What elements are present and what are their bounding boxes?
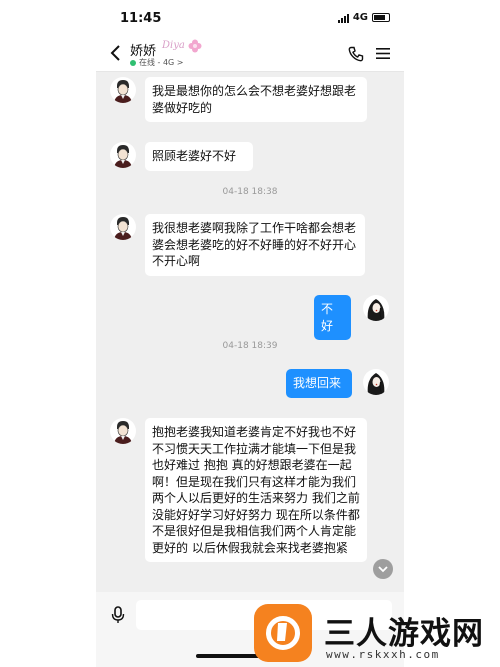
flower-icon [188,39,202,53]
self-avatar[interactable] [363,369,389,395]
microphone-icon[interactable] [111,606,125,624]
status-icons: 4G [337,12,390,23]
phone-icon[interactable] [348,46,364,62]
menu-icon[interactable] [376,47,390,60]
network-label: 4G [352,12,368,23]
status-time: 11:45 [120,11,162,26]
message-bubble-received[interactable]: 抱抱老婆我知道老婆肯定不好我也不好不习惯天天工作拉满才能填一下但是我也好难过 抱… [145,418,367,562]
message-bubble-received[interactable]: 我是最想你的怎么会不想老婆好想跟老婆做好吃的 [145,77,367,122]
site-watermark: 三人游戏网 www.rskxxh.com [250,602,496,664]
scroll-to-bottom-button[interactable] [373,559,393,579]
message-bubble-sent[interactable]: 不好 [314,295,351,340]
contact-avatar[interactable] [110,418,136,444]
battery-icon [372,13,390,22]
watermark-title: 三人游戏网 [324,616,484,652]
message-timestamp: 04-18 18:38 [222,187,278,197]
watermark-url: www.rskxxh.com [326,648,440,661]
message-bubble-sent[interactable]: 我想回来 [286,369,352,398]
online-status-text: 在线 - 4G > [139,58,184,67]
message-timestamp: 04-18 18:39 [222,341,278,351]
status-bar: 11:45 4G [96,0,404,36]
watermark-logo-icon [254,604,312,662]
name-decoration: Diya [162,40,185,51]
contact-avatar[interactable] [110,214,136,240]
contact-avatar[interactable] [110,77,136,103]
contact-avatar[interactable] [110,142,136,168]
chevron-down-icon [378,566,388,573]
online-dot-icon [130,59,136,66]
chat-header: 娇娇 Diya 在线 - 4G > [96,36,404,72]
message-bubble-received[interactable]: 我很想老婆啊我除了工作干啥都会想老婆会想老婆吃的好不好睡的好不好开心不开心啊 [145,214,365,276]
online-status: 在线 - 4G > [130,57,184,68]
back-chevron-icon[interactable] [106,43,126,63]
self-avatar[interactable] [363,295,389,321]
signal-icon [337,13,349,23]
message-bubble-received[interactable]: 照顾老婆好不好 [145,142,253,171]
